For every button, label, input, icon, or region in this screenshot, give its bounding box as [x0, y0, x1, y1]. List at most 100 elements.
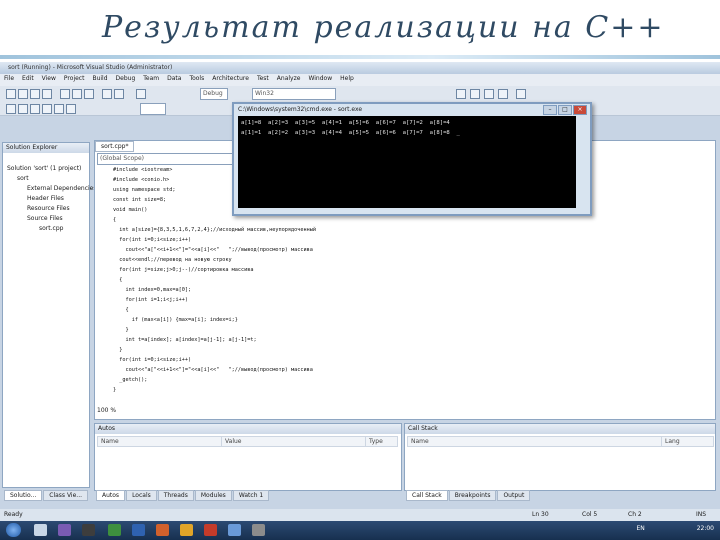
ide-window: sort (Running) - Microsoft Visual Studio…: [0, 62, 720, 540]
menu-data[interactable]: Data: [163, 74, 185, 83]
autos-col-name[interactable]: Name: [97, 436, 222, 447]
visual-studio-icon[interactable]: [58, 524, 71, 536]
excel-icon[interactable]: [108, 524, 121, 536]
powerpoint-icon[interactable]: [156, 524, 169, 536]
console-window-buttons: – □ ×: [542, 105, 587, 115]
word-icon[interactable]: [132, 524, 145, 536]
menu-tools[interactable]: Tools: [185, 74, 208, 83]
paste-icon[interactable]: [84, 89, 94, 99]
explorer-icon[interactable]: [34, 524, 47, 536]
toolbox-icon[interactable]: [498, 89, 508, 99]
tree-external-deps[interactable]: External Dependencies: [27, 185, 97, 192]
break-all-icon[interactable]: [6, 104, 16, 114]
call-stack-panel: Call Stack Name Lang: [404, 423, 716, 491]
restart-icon[interactable]: [30, 104, 40, 114]
status-col: Col 5: [582, 511, 598, 518]
solution-explorer-icon[interactable]: [470, 89, 480, 99]
app-icon[interactable]: [228, 524, 241, 536]
menu-project[interactable]: Project: [60, 74, 89, 83]
start-button-icon[interactable]: [6, 523, 21, 537]
tab-solution-explorer[interactable]: Solutio...: [4, 490, 43, 501]
menu-window[interactable]: Window: [304, 74, 336, 83]
copy-icon[interactable]: [72, 89, 82, 99]
tree-project[interactable]: sort: [17, 175, 29, 182]
callstack-col-name[interactable]: Name: [407, 436, 662, 447]
menu-build[interactable]: Build: [88, 74, 111, 83]
tree-resource-files[interactable]: Resource Files: [27, 205, 70, 212]
maximize-icon[interactable]: □: [558, 105, 572, 115]
stop-icon[interactable]: [18, 104, 28, 114]
step-out-icon[interactable]: [66, 104, 76, 114]
tree-sort-cpp[interactable]: sort.cpp: [39, 225, 63, 232]
autos-panel: Autos Name Value Type: [94, 423, 402, 491]
platform-select[interactable]: Win32: [252, 88, 336, 100]
tab-autos[interactable]: Autos: [96, 490, 126, 501]
undo-icon[interactable]: [102, 89, 112, 99]
tree-solution[interactable]: Solution 'sort' (1 project): [7, 165, 81, 172]
left-bottom-tabs: Solutio... Class Vie...: [4, 490, 89, 501]
language-indicator[interactable]: EN: [637, 525, 645, 532]
menu-edit[interactable]: Edit: [18, 74, 38, 83]
properties-icon[interactable]: [484, 89, 494, 99]
tab-sort-cpp[interactable]: sort.cpp*: [95, 141, 135, 152]
code-line: {: [113, 277, 123, 283]
status-ch: Ch 2: [628, 511, 642, 518]
code-line: int t=a[index]; a[index]=a[j-1]; a[j-1]=…: [113, 337, 257, 343]
tab-modules[interactable]: Modules: [194, 490, 232, 501]
status-ins: INS: [696, 511, 707, 518]
cut-icon[interactable]: [60, 89, 70, 99]
step-over-icon[interactable]: [54, 104, 64, 114]
menu-test[interactable]: Test: [253, 74, 273, 83]
close-icon[interactable]: ×: [573, 105, 587, 115]
code-line: void main(): [113, 207, 148, 213]
code-line: for(int i=0;i<size;i++): [113, 237, 192, 243]
menu-file[interactable]: File: [0, 74, 18, 83]
tab-breakpoints[interactable]: Breakpoints: [448, 490, 497, 501]
console-line-unsorted: a[1]=8 a[2]=3 a[3]=5 a[4]=1 a[5]=6 a[6]=…: [241, 120, 450, 126]
menu-team[interactable]: Team: [139, 74, 163, 83]
step-into-icon[interactable]: [42, 104, 52, 114]
code-line: using namespace std;: [113, 187, 176, 193]
autos-col-type[interactable]: Type: [365, 436, 398, 447]
save-icon[interactable]: [30, 89, 40, 99]
config-select[interactable]: Debug: [200, 88, 228, 100]
console-task-icon[interactable]: [82, 524, 95, 536]
minimize-icon[interactable]: –: [543, 105, 557, 115]
continue-icon[interactable]: [136, 89, 146, 99]
find-icon[interactable]: [456, 89, 466, 99]
misc-app-icon[interactable]: [252, 524, 265, 536]
zoom-level[interactable]: 100 %: [97, 407, 116, 414]
callstack-col-lang[interactable]: Lang: [661, 436, 714, 447]
menu-view[interactable]: View: [38, 74, 60, 83]
code-line: int index=0,max=a[0];: [113, 287, 192, 293]
window-title: sort (Running) - Microsoft Visual Studio…: [8, 64, 173, 71]
open-icon[interactable]: [18, 89, 28, 99]
console-window[interactable]: C:\Windows\system32\cmd.exe - sort.exe –…: [232, 102, 592, 216]
autos-title: Autos: [95, 424, 401, 434]
autos-col-value[interactable]: Value: [221, 436, 366, 447]
tab-call-stack[interactable]: Call Stack: [406, 490, 448, 501]
code-line: }: [113, 347, 123, 353]
callstack-bottom-tabs: Call Stack Breakpoints Output: [406, 490, 531, 501]
redo-icon[interactable]: [114, 89, 124, 99]
clock[interactable]: 22:00: [697, 525, 714, 532]
new-project-icon[interactable]: [6, 89, 16, 99]
tab-threads[interactable]: Threads: [157, 490, 194, 501]
menu-debug[interactable]: Debug: [112, 74, 140, 83]
tab-locals[interactable]: Locals: [126, 490, 157, 501]
tab-class-view[interactable]: Class Vie...: [43, 490, 89, 501]
tab-output[interactable]: Output: [497, 490, 531, 501]
tab-watch1[interactable]: Watch 1: [232, 490, 270, 501]
browser-icon[interactable]: [204, 524, 217, 536]
menu-analyze[interactable]: Analyze: [273, 74, 305, 83]
tree-header-files[interactable]: Header Files: [27, 195, 64, 202]
folder-icon[interactable]: [180, 524, 193, 536]
slide-title-text: Результат реализации на С++: [102, 10, 665, 45]
tree-source-files[interactable]: Source Files: [27, 215, 63, 222]
start-page-icon[interactable]: [516, 89, 526, 99]
menu-help[interactable]: Help: [336, 74, 358, 83]
save-all-icon[interactable]: [42, 89, 52, 99]
menu-architecture[interactable]: Architecture: [208, 74, 253, 83]
stack-frame-select[interactable]: [140, 103, 166, 115]
code-line: cout<<"a["<<i+1<<"]="<<a[i]<<" ";//вывод…: [113, 367, 313, 373]
